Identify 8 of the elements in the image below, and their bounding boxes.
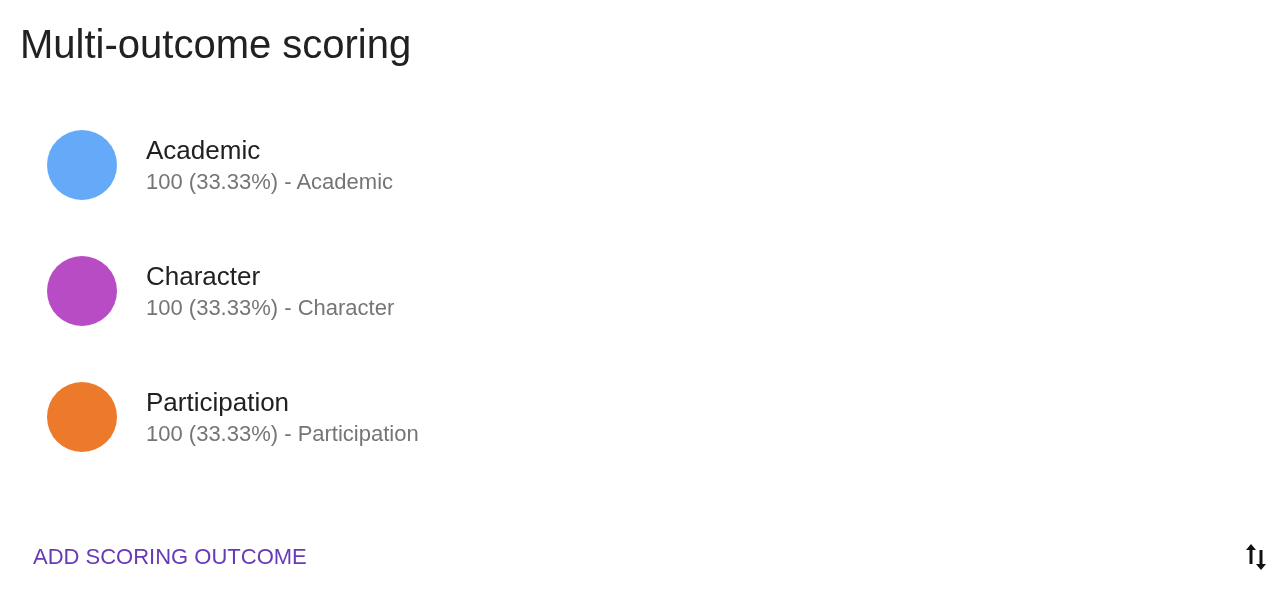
outcome-name: Academic bbox=[146, 134, 261, 167]
outcome-detail: 100 (33.33%) - Participation bbox=[146, 420, 419, 448]
page-title: Multi-outcome scoring bbox=[20, 21, 412, 68]
outcome-detail: 100 (33.33%) - Academic bbox=[146, 168, 394, 196]
add-scoring-outcome-button[interactable]: ADD SCORING OUTCOME bbox=[24, 534, 316, 579]
outcome-name: Character bbox=[146, 260, 261, 293]
outcome-detail: 100 (33.33%) - Character bbox=[146, 294, 395, 322]
outcome-name: Participation bbox=[146, 386, 290, 419]
